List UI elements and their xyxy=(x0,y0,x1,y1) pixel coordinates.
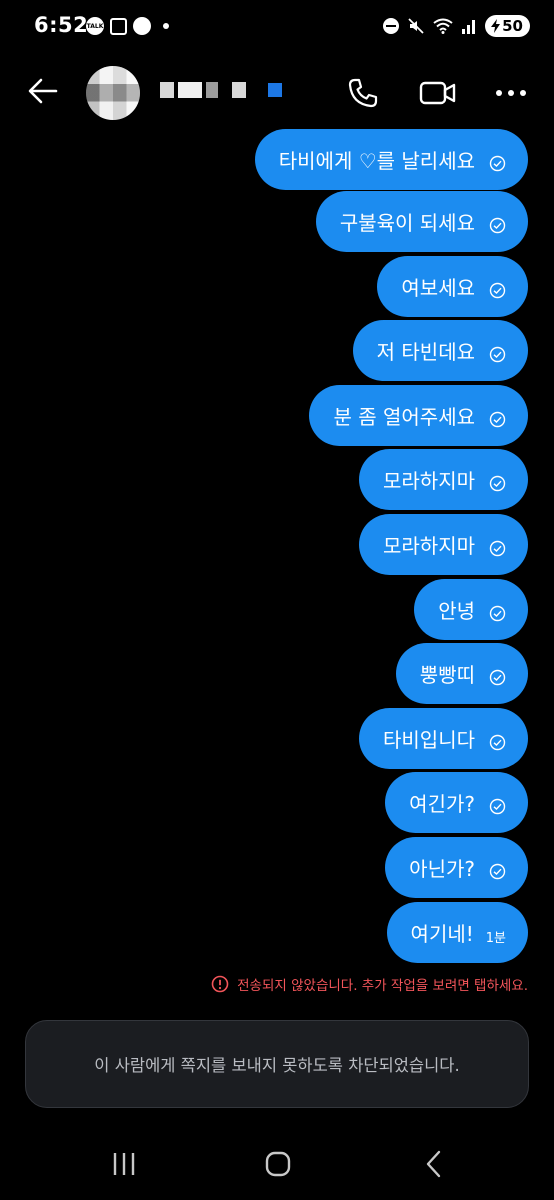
send-failed-text: 전송되지 않았습니다. 추가 작업을 보려면 탭하세요. xyxy=(237,978,528,994)
mute-icon xyxy=(408,18,424,34)
check-circle-icon xyxy=(489,282,506,299)
message-text: 여긴가? xyxy=(409,792,475,816)
check-circle-icon xyxy=(489,475,506,492)
status-system-icons: 50 xyxy=(383,15,530,37)
check-circle-icon xyxy=(489,798,506,815)
recent-apps-icon[interactable] xyxy=(104,1144,144,1184)
message-time: 1분 xyxy=(485,931,506,946)
check-circle-icon xyxy=(489,346,506,363)
verified-badge-icon xyxy=(268,83,282,97)
avatar[interactable] xyxy=(86,66,140,120)
message-text: 모라하지마 xyxy=(383,534,475,558)
message-bubble[interactable]: 분 좀 열어주세요 xyxy=(309,385,528,446)
battery-level: 50 xyxy=(502,17,523,35)
wifi-icon xyxy=(433,18,453,34)
message-bubble[interactable]: 구불육이 되세요 xyxy=(315,191,528,252)
more-dots-icon[interactable] xyxy=(494,76,528,110)
check-circle-icon xyxy=(489,411,506,428)
error-circle-icon xyxy=(211,975,229,993)
message-bubble[interactable]: 저 타빈데요 xyxy=(352,320,528,381)
status-time: 6:52 xyxy=(34,13,89,37)
message-text: 타비입니다 xyxy=(383,728,475,752)
message-bubble[interactable]: 타비입니다 xyxy=(359,708,528,769)
message-text: 저 타빈데요 xyxy=(376,340,475,364)
redaction-block xyxy=(178,82,202,98)
phone-icon[interactable] xyxy=(346,76,380,110)
do-not-disturb-icon xyxy=(383,18,400,34)
check-circle-icon xyxy=(489,217,506,234)
system-nav-bar xyxy=(0,1130,554,1200)
redaction-block xyxy=(160,82,174,98)
redaction-block xyxy=(232,82,246,98)
check-circle-icon xyxy=(489,669,506,686)
video-camera-icon[interactable] xyxy=(418,76,458,110)
screen: 6:52 TALK 50 타비에게 ♡를 날리세요 구불육이 되세요 여보세요 … xyxy=(0,0,554,1200)
message-bubble[interactable]: 뿡빵띠 xyxy=(395,643,528,704)
message-text: 뿡빵띠 xyxy=(419,663,475,687)
contact-name-redacted[interactable] xyxy=(160,82,282,98)
message-text: 구불육이 되세요 xyxy=(339,211,475,235)
message-bubble[interactable]: 모라하지마 xyxy=(359,514,528,575)
message-bubble[interactable]: 모라하지마 xyxy=(359,449,528,510)
signal-icon xyxy=(462,20,476,34)
nav-back-icon[interactable] xyxy=(414,1144,454,1184)
message-text: 여보세요 xyxy=(401,276,475,300)
check-circle-icon xyxy=(489,863,506,880)
screenshot-icon xyxy=(110,17,127,35)
message-text: 여기네! xyxy=(410,922,474,946)
status-bar: 6:52 TALK 50 xyxy=(0,0,554,52)
message-text: 모라하지마 xyxy=(383,469,475,493)
home-icon[interactable] xyxy=(258,1144,298,1184)
moon-icon xyxy=(133,17,151,35)
message-bubble[interactable]: 아닌가? xyxy=(385,837,528,898)
check-circle-icon xyxy=(489,155,506,172)
redaction-block xyxy=(206,82,218,98)
message-bubble[interactable]: 여긴가? xyxy=(385,772,528,833)
message-bubble[interactable]: 타비에게 ♡를 날리세요 xyxy=(254,129,528,190)
talk-icon: TALK xyxy=(86,17,104,35)
check-circle-icon xyxy=(489,605,506,622)
message-text: 분 좀 열어주세요 xyxy=(333,405,475,429)
chat-header xyxy=(0,58,554,124)
more-notifications-dot-icon xyxy=(163,23,169,29)
message-bubble[interactable]: 여기네! 1분 xyxy=(386,902,528,963)
status-notification-icons: TALK xyxy=(86,17,169,35)
message-text: 타비에게 ♡를 날리세요 xyxy=(278,149,475,173)
send-failed-notice[interactable]: 전송되지 않았습니다. 추가 작업을 보려면 탭하세요. xyxy=(211,974,528,994)
check-circle-icon xyxy=(489,540,506,557)
charging-bolt-icon xyxy=(491,19,501,33)
blocked-notice-text: 이 사람에게 쪽지를 보내지 못하도록 차단되었습니다. xyxy=(94,1056,460,1075)
blocked-notice: 이 사람에게 쪽지를 보내지 못하도록 차단되었습니다. xyxy=(25,1020,529,1108)
message-text: 안녕 xyxy=(438,599,475,623)
battery-indicator: 50 xyxy=(485,15,530,37)
message-bubble[interactable]: 안녕 xyxy=(414,579,528,640)
message-text: 아닌가? xyxy=(409,857,475,881)
back-arrow-icon[interactable] xyxy=(26,74,60,108)
check-circle-icon xyxy=(489,734,506,751)
message-bubble[interactable]: 여보세요 xyxy=(377,256,528,317)
